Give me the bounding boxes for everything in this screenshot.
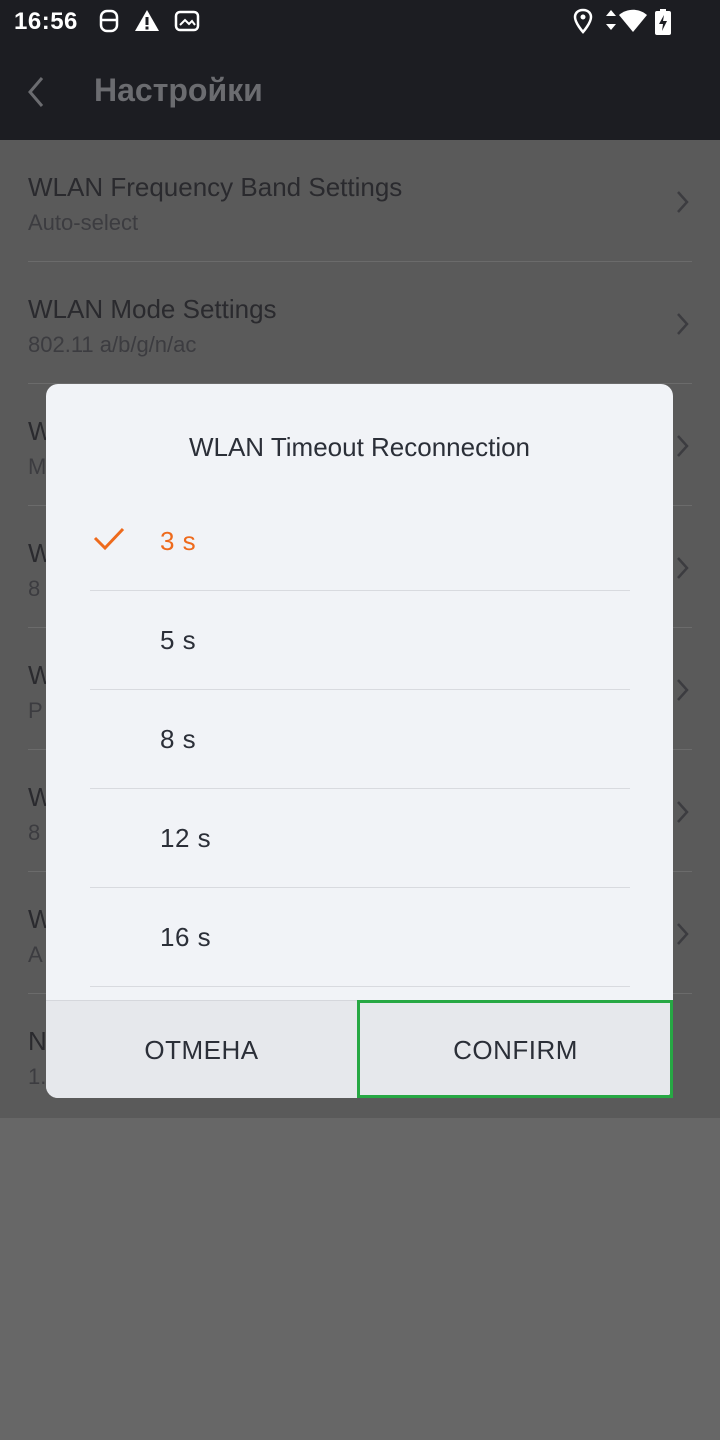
dialog-title: WLAN Timeout Reconnection: [188, 432, 531, 462]
option-8s[interactable]: 8 s: [90, 690, 630, 789]
settings-item-value: 8: [28, 576, 41, 601]
settings-item-title: WLAN Mode Settings: [28, 294, 277, 324]
option-label: 5 s: [160, 625, 197, 655]
chevron-right-icon: [677, 801, 689, 823]
gallery-icon: [174, 10, 200, 32]
timeout-dialog: WLAN Timeout Reconnection 3 s 5 s 8 s 12…: [46, 384, 673, 1098]
option-5s[interactable]: 5 s: [90, 591, 630, 690]
notification-app-icon: [99, 9, 119, 33]
chevron-left-icon[interactable]: [18, 72, 58, 112]
option-label: 12 s: [160, 823, 212, 853]
settings-item-value: A: [28, 942, 43, 967]
status-bar: 16:56: [0, 0, 720, 44]
settings-item-value: 8: [28, 820, 41, 845]
chevron-right-icon: [677, 435, 689, 457]
settings-item-value: 1.: [28, 1064, 47, 1089]
battery-charging-icon: [655, 9, 671, 35]
settings-item-value: M: [28, 454, 47, 479]
chevron-right-icon: [677, 679, 689, 701]
option-12s[interactable]: 12 s: [90, 789, 630, 888]
chevron-right-icon: [677, 313, 689, 335]
settings-item[interactable]: WLAN Mode Settings 802.11 a/b/g/n/ac: [28, 262, 692, 384]
cancel-button[interactable]: ОТМЕНА: [46, 1001, 358, 1098]
chevron-right-icon: [677, 191, 689, 213]
settings-item-title: WLAN Frequency Band Settings: [28, 172, 403, 202]
location-icon: [573, 8, 593, 34]
chevron-right-icon: [677, 923, 689, 945]
settings-item[interactable]: WLAN Frequency Band Settings Auto-select: [28, 140, 692, 262]
settings-item-title: N: [28, 1026, 47, 1056]
dim-overlay[interactable]: [0, 1118, 720, 1440]
checkmark-icon: [93, 527, 125, 551]
warning-icon: [135, 10, 159, 31]
option-label: 16 s: [160, 922, 212, 952]
status-time: 16:56: [14, 8, 78, 35]
app-bar: Настройки: [0, 44, 720, 140]
chevron-right-icon: [677, 557, 689, 579]
option-3s[interactable]: 3 s: [90, 492, 630, 591]
option-label: 8 s: [160, 724, 197, 754]
settings-item-value: 802.11 a/b/g/n/ac: [28, 332, 197, 357]
settings-item-value: Auto-select: [28, 210, 139, 235]
option-label: 3 s: [160, 526, 197, 556]
settings-item-value: P: [28, 698, 43, 723]
wifi-icon: [619, 9, 647, 32]
data-arrows-icon: [606, 10, 616, 30]
option-16s[interactable]: 16 s: [90, 888, 630, 987]
page-title: Настройки: [94, 72, 263, 108]
confirm-highlight-box: [357, 1000, 673, 1098]
